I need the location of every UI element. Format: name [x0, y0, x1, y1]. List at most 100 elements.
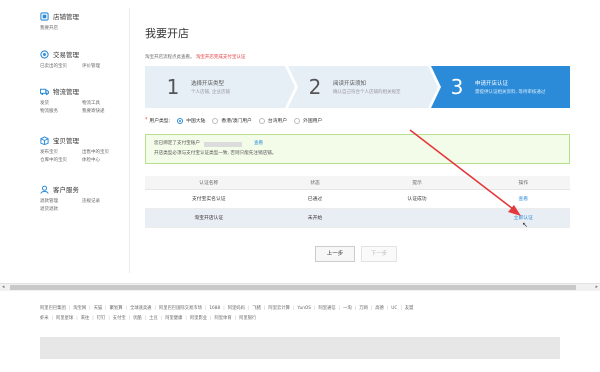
sidebar-link-health-center[interactable]: 体检中心 — [82, 157, 124, 165]
step-number: 2 — [308, 75, 322, 99]
footer-link[interactable]: 虾米 — [40, 314, 49, 324]
sidebar-section-title: 店铺管理 — [53, 13, 79, 21]
user-type-label: 用户类型: — [149, 119, 171, 124]
footer-link[interactable]: 聚划算 — [110, 304, 123, 314]
sidebar-section-title: 宝贝管理 — [53, 137, 79, 145]
footer-link[interactable]: 阿里健康 — [165, 314, 182, 324]
sidebar-link-logistics-service[interactable]: 物流服务 — [40, 108, 82, 116]
sidebar-section-title: 物流管理 — [53, 88, 79, 96]
sidebar-section-items: 宝贝管理 发布宝贝 出售中的宝贝 仓库中的宝贝 体检中心 — [40, 134, 130, 165]
step-subtitle: 需提供认证相关资料, 等待审核通过 — [475, 90, 546, 95]
cert-name: 支付宝实名认证 — [145, 189, 273, 209]
scroll-right-icon[interactable]: ▸ — [595, 284, 598, 291]
view-alipay-link[interactable]: 查看 — [254, 139, 263, 149]
sidebar-link-items-on-sale[interactable]: 出售中的宝贝 — [82, 149, 124, 157]
footer-link[interactable]: 高德 — [375, 304, 384, 314]
footer-link[interactable]: YunOS — [297, 304, 311, 314]
step-number: 1 — [166, 75, 180, 99]
footer-link[interactable]: 土豆 — [149, 314, 158, 324]
sidebar-link-reviews[interactable]: 评价管理 — [82, 63, 124, 71]
radio-taiwan[interactable]: 台湾用户 — [258, 117, 287, 124]
sidebar-section-shop: 店铺管理 我要开店 — [40, 10, 130, 33]
step-number: 3 — [450, 75, 464, 99]
footer-link[interactable]: 来往 — [81, 314, 90, 324]
info-warning-text: 开店类型必须与支付宝认证类型一致, 否则只能先注销店铺。 — [154, 151, 277, 156]
sidebar-link-sold-items[interactable]: 已卖出的宝贝 — [40, 63, 82, 71]
footer-link[interactable]: 阿里巴巴集团 — [40, 304, 66, 314]
sidebar-section-logistics: 物流管理 发货 物流工具 物流服务 我要寄快递 — [40, 85, 130, 116]
table-header: 提示 — [357, 176, 477, 190]
radio-icon[interactable] — [258, 117, 265, 124]
footer-link[interactable]: 支付宝 — [113, 314, 126, 324]
service-icon — [40, 185, 49, 194]
sidebar-link-items-in-warehouse[interactable]: 仓库中的宝贝 — [40, 157, 82, 165]
radio-icon[interactable] — [294, 117, 301, 124]
trade-icon — [40, 49, 49, 59]
steps-bar: 1 选择开店类型 个人店铺, 企业店铺 2 阅读开店须知 确认自己符合个人店铺的… — [145, 66, 570, 108]
footer-link[interactable]: 阿里影业 — [190, 314, 207, 324]
sidebar: 店铺管理 我要开店 交易管理 已卖出的宝贝 评价管理 物流管理 发货 物流工具 … — [40, 8, 130, 273]
step-title: 选择开店类型 — [191, 81, 225, 87]
footer-links: 阿里巴巴集团 | 淘宝网 | 天猫 | 聚划算 | 全球速卖通 | 阿里巴巴国际交易市场 |… — [40, 304, 560, 324]
sidebar-link-refunds[interactable]: 退款管理 — [40, 198, 82, 206]
footer-link[interactable]: 钉钉 — [97, 314, 106, 324]
scrollbar-thumb[interactable] — [10, 285, 576, 290]
previous-step-button[interactable]: 上一步 — [315, 246, 355, 262]
radio-foreign[interactable]: 外国用户 — [294, 117, 322, 124]
footer-link[interactable]: 天猫 — [94, 304, 103, 314]
scroll-left-icon[interactable]: ◂ — [2, 284, 5, 291]
footer-link[interactable]: 阿里云计算 — [268, 304, 289, 314]
page-title: 我要开店 — [145, 27, 189, 40]
sidebar-link-ship[interactable]: 发货 — [40, 100, 82, 108]
footer-link[interactable]: 万网 — [359, 304, 368, 314]
package-icon — [40, 135, 49, 145]
mouse-cursor-icon: ↖ — [522, 221, 528, 229]
footer-link[interactable]: 阿里星球 — [56, 314, 73, 324]
footer-link[interactable]: 阿里银行 — [239, 314, 256, 324]
step-1: 1 选择开店类型 个人店铺, 企业店铺 — [163, 66, 230, 108]
sidebar-link-violations[interactable]: 违规记录 — [82, 198, 124, 206]
footer-link[interactable]: 优酷 — [133, 314, 142, 324]
step-title: 阅读开店须知 — [333, 81, 367, 87]
next-step-button[interactable]: 下一步 — [361, 246, 397, 262]
sidebar-section-trade: 交易管理 已卖出的宝贝 评价管理 — [40, 48, 130, 71]
notice-red-link[interactable]: 淘宝开店完成支付宝认证 — [196, 55, 246, 60]
radio-selected-icon[interactable] — [177, 117, 184, 124]
footer-link[interactable]: 1688 — [209, 304, 220, 314]
alipay-info-box: 您已绑定了支付宝账户 查看 开店类型必须与支付宝认证类型一致, 否则只能先注销店… — [145, 134, 570, 164]
view-cert-link[interactable]: 查看 — [518, 197, 528, 202]
footer-link[interactable]: 全球速卖通 — [130, 304, 151, 314]
cert-hint — [357, 208, 477, 228]
footer-link[interactable]: 友盟 — [405, 304, 414, 314]
footer-link[interactable]: 阿里巴巴国际交易市场 — [159, 304, 202, 314]
cert-status: 已通过 — [272, 189, 358, 209]
truck-icon — [40, 87, 49, 96]
sidebar-link-send-express[interactable]: 我要寄快递 — [82, 108, 124, 116]
sidebar-link-open-shop[interactable]: 我要开店 — [40, 25, 82, 33]
radio-hk-macau[interactable]: 香港/澳门用户 — [212, 117, 252, 124]
footer-link[interactable]: UC — [391, 304, 397, 314]
step-2: 2 阅读开店须知 确认自己符合个人店铺的相关规定 — [305, 66, 401, 108]
footer-link[interactable]: 阿里体育 — [215, 314, 232, 324]
notice-text[interactable]: 淘宝开店流程点此查看。 — [145, 55, 195, 60]
footer-link[interactable]: 淘宝网 — [73, 304, 86, 314]
radio-mainland[interactable]: 中国大陆 — [177, 117, 205, 124]
sidebar-section-title: 客户服务 — [53, 186, 79, 194]
main-content: 我要开店 淘宝开店流程点此查看。 淘宝开店完成支付宝认证 1 选择开店类型 个人… — [135, 8, 580, 273]
footer-link[interactable]: 阿里通信 — [319, 304, 336, 314]
shop-icon — [40, 11, 49, 21]
sidebar-link-publish-item[interactable]: 发布宝贝 — [40, 149, 82, 157]
radio-icon[interactable] — [212, 117, 219, 124]
sidebar-link-returns[interactable]: 退货退款 — [40, 206, 82, 214]
footer-link[interactable]: 飞猪 — [252, 304, 261, 314]
sidebar-section-title: 交易管理 — [53, 51, 79, 59]
info-text: 您已绑定了支付宝账户 — [154, 141, 200, 146]
page: { "sidebar": { "sections": [ {"title": "… — [0, 0, 600, 372]
footer-link[interactable]: 一淘 — [343, 304, 352, 314]
table-header: 状态 — [272, 176, 358, 190]
horizontal-scrollbar[interactable]: ◂ ▸ — [0, 283, 600, 291]
footer-link[interactable]: 阿里妈妈 — [228, 304, 245, 314]
sidebar-link-logistics-tools[interactable]: 物流工具 — [82, 100, 124, 108]
sidebar-section-service: 客户服务 退款管理 违规记录 退货退款 — [40, 183, 130, 214]
notice: 淘宝开店流程点此查看。 淘宝开店完成支付宝认证 — [145, 54, 245, 60]
